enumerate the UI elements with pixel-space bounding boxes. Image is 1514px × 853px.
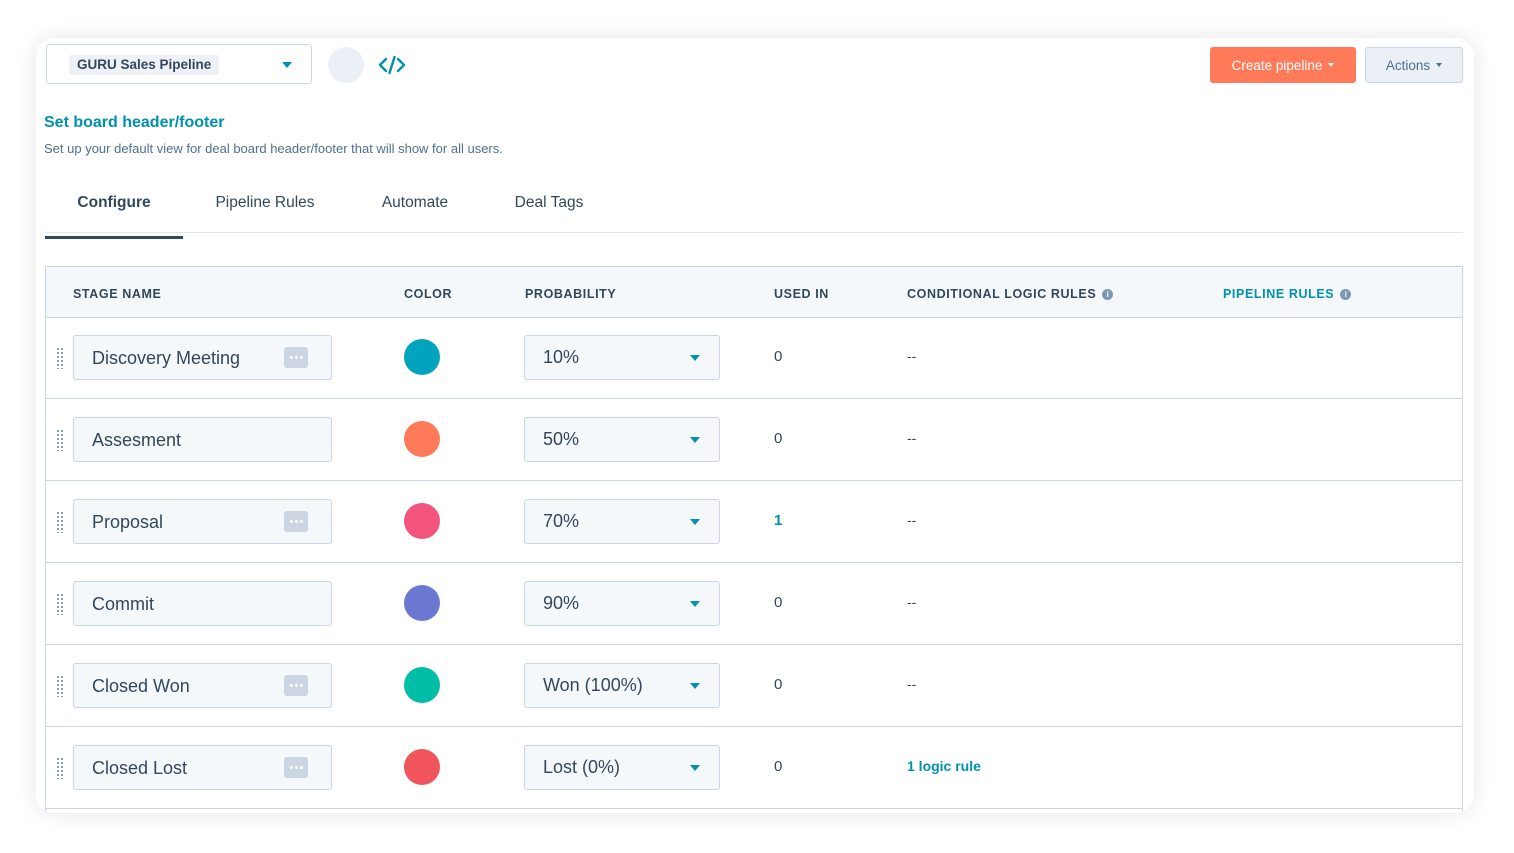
stage-color-swatch[interactable]: [404, 667, 440, 703]
used-in-count: 0: [774, 676, 783, 693]
used-in-link[interactable]: 1: [774, 512, 782, 529]
stage-name-value: Closed Won: [92, 676, 190, 696]
used-in-count: 0: [774, 430, 783, 447]
stage-name-value: Discovery Meeting: [92, 348, 241, 368]
drag-handle-icon[interactable]: [56, 347, 64, 369]
stage-name-value: Commit: [92, 594, 154, 614]
info-icon[interactable]: i: [1102, 289, 1114, 300]
table-row: Assesment 50% 0 --: [46, 399, 1462, 481]
pipeline-settings-card: GURU Sales Pipeline Create pipeline Acti…: [36, 38, 1474, 813]
caret-down-icon: [1328, 63, 1335, 67]
table-row: Proposal 70% 1 --: [46, 481, 1462, 563]
stage-color-swatch[interactable]: [404, 749, 440, 785]
chevron-down-icon: [690, 765, 700, 771]
actions-button[interactable]: Actions: [1365, 47, 1463, 83]
stage-name-value: Proposal: [92, 512, 164, 532]
probability-select[interactable]: Won (100%): [524, 663, 720, 708]
stages-table: STAGE NAME COLOR PROBABILITY USED IN CON…: [45, 266, 1463, 813]
probability-select[interactable]: 10%: [524, 335, 720, 380]
chevron-down-icon: [690, 519, 700, 525]
chevron-down-icon: [690, 437, 700, 443]
drag-handle-icon[interactable]: [56, 757, 64, 779]
info-icon[interactable]: i: [1340, 289, 1352, 300]
probability-value: Lost (0%): [543, 757, 621, 777]
probability-value: 90%: [543, 593, 580, 613]
probability-value: 70%: [543, 511, 580, 531]
stage-name-input[interactable]: Closed Lost: [73, 745, 332, 790]
conditional-logic-value: --: [907, 512, 917, 528]
more-icon[interactable]: [284, 347, 308, 368]
table-row: Commit 90% 0 --: [46, 563, 1462, 645]
chevron-down-icon: [690, 355, 700, 361]
used-in-count: 0: [774, 348, 783, 365]
probability-value: 10%: [543, 347, 580, 367]
more-icon[interactable]: [284, 757, 308, 778]
actions-label: Actions: [1385, 57, 1431, 73]
conditional-logic-value: --: [907, 594, 917, 610]
section-description: Set up your default view for deal board …: [44, 141, 503, 156]
used-in-count: 0: [774, 594, 783, 611]
header-conditional-label: CONDITIONAL LOGIC RULES: [907, 287, 1097, 301]
table-header: STAGE NAME COLOR PROBABILITY USED IN CON…: [46, 267, 1462, 318]
drag-handle-icon[interactable]: [56, 675, 64, 697]
caret-down-icon: [1436, 63, 1443, 67]
header-conditional-logic-rules: CONDITIONAL LOGIC RULES i: [907, 287, 1114, 301]
probability-select[interactable]: Lost (0%): [524, 745, 720, 790]
more-icon[interactable]: [284, 511, 308, 532]
table-row: Discovery Meeting 10% 0 --: [46, 317, 1462, 399]
header-used-in: USED IN: [774, 287, 829, 301]
stage-name-value: Closed Lost: [92, 758, 188, 778]
probability-select[interactable]: 70%: [524, 499, 720, 544]
probability-value: Won (100%): [543, 675, 643, 695]
conditional-logic-value: --: [907, 348, 917, 364]
create-pipeline-button[interactable]: Create pipeline: [1210, 47, 1356, 83]
chevron-down-icon: [690, 601, 700, 607]
pipeline-select-value: GURU Sales Pipeline: [69, 55, 220, 75]
table-row: Closed Lost Lost (0%) 0 1 logic rule: [46, 727, 1462, 809]
pipeline-select[interactable]: GURU Sales Pipeline: [46, 44, 312, 84]
chevron-down-icon: [282, 62, 292, 68]
logic-rule-link[interactable]: 1 logic rule: [907, 758, 981, 774]
probability-select[interactable]: 50%: [524, 417, 720, 462]
stage-name-input[interactable]: Proposal: [73, 499, 332, 544]
probability-value: 50%: [543, 429, 580, 449]
stage-name-value: Assesment: [92, 430, 182, 450]
drag-handle-icon[interactable]: [56, 429, 64, 451]
tab-bar: Configure Pipeline Rules Automate Deal T…: [45, 188, 1463, 239]
drag-handle-icon[interactable]: [56, 593, 64, 615]
drag-handle-icon[interactable]: [56, 511, 64, 533]
stage-name-input[interactable]: Commit: [73, 581, 332, 626]
conditional-logic-value: --: [907, 676, 917, 692]
tab-automate[interactable]: Automate: [367, 194, 463, 232]
chevron-down-icon: [690, 683, 700, 689]
tab-pipeline-rules[interactable]: Pipeline Rules: [205, 194, 325, 232]
avatar[interactable]: [328, 47, 364, 83]
create-pipeline-label: Create pipeline: [1231, 57, 1323, 73]
probability-select[interactable]: 90%: [524, 581, 720, 626]
stage-color-swatch[interactable]: [404, 503, 440, 539]
stage-color-swatch[interactable]: [404, 339, 440, 375]
table-row: Closed Won Won (100%) 0 --: [46, 645, 1462, 727]
header-probability: PROBABILITY: [525, 287, 617, 301]
tab-deal-tags[interactable]: Deal Tags: [505, 194, 593, 232]
header-color: COLOR: [404, 287, 453, 301]
code-icon[interactable]: [378, 54, 406, 76]
stage-name-input[interactable]: Discovery Meeting: [73, 335, 332, 380]
tab-configure[interactable]: Configure: [45, 194, 183, 239]
used-in-count: 0: [774, 758, 783, 775]
header-pipeline-rules[interactable]: PIPELINE RULES i: [1223, 287, 1352, 301]
board-header-footer-link[interactable]: Set board header/footer: [44, 114, 224, 132]
stage-name-input[interactable]: Closed Won: [73, 663, 332, 708]
header-pipeline-rules-label: PIPELINE RULES: [1223, 287, 1335, 301]
more-icon[interactable]: [284, 675, 308, 696]
stage-color-swatch[interactable]: [404, 421, 440, 457]
conditional-logic-value: --: [907, 430, 917, 446]
stage-color-swatch[interactable]: [404, 585, 440, 621]
header-stage-name: STAGE NAME: [73, 287, 162, 301]
stage-name-input[interactable]: Assesment: [73, 417, 332, 462]
